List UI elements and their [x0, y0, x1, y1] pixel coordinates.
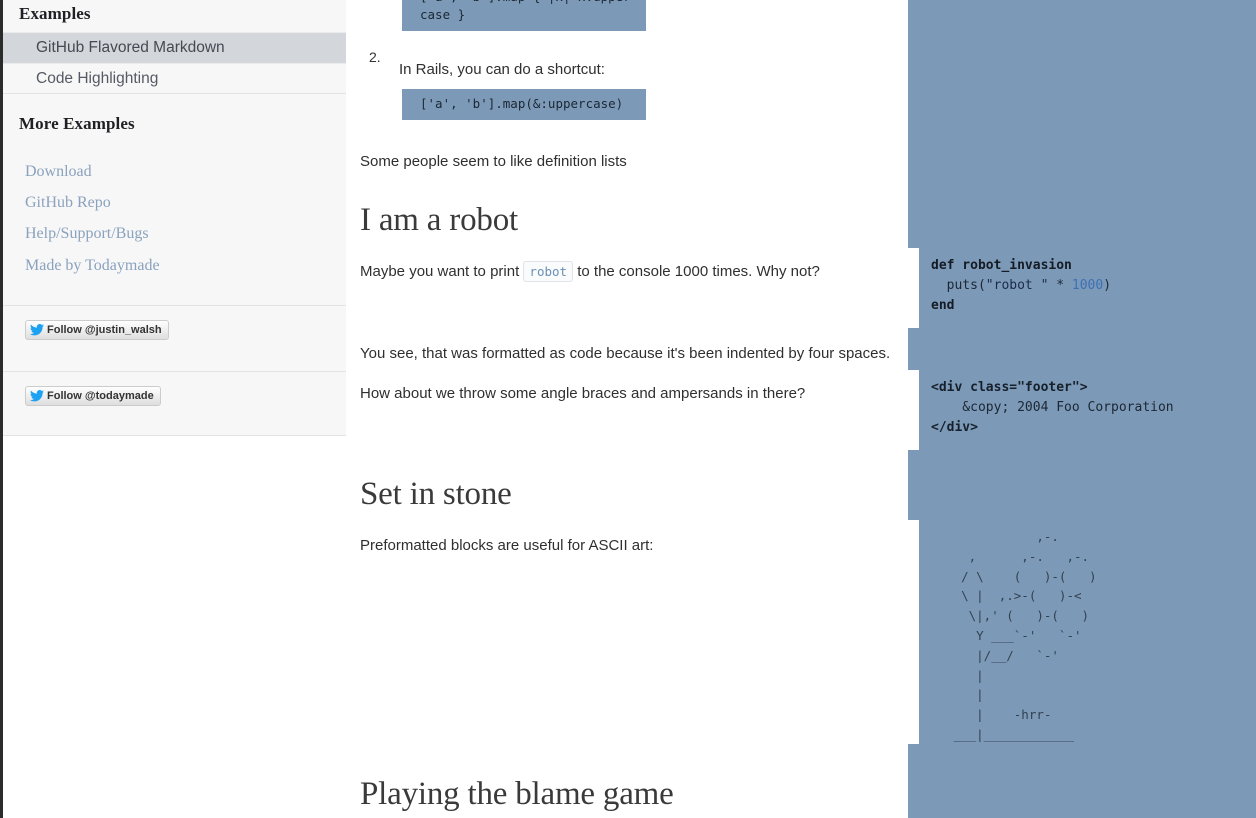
ruby-puts-call: puts( [931, 278, 986, 293]
sidebar-item-code-highlighting[interactable]: Code Highlighting [3, 62, 346, 94]
sidebar-twitter-justin-walsh-block: Follow @justin_walsh [3, 305, 346, 372]
heading-set-in-stone: Set in stone [360, 476, 512, 512]
robot-paragraph-before: Maybe you want to print [360, 263, 524, 280]
ruby-code-robot-invasion: def robot_invasion puts("robot " * 1000)… [931, 256, 1111, 316]
page-root: def robot_invasion puts("robot " * 1000)… [0, 0, 1256, 818]
list-item-marker: 2. [369, 49, 381, 65]
inline-code-robot: robot [523, 261, 574, 282]
list-item-text: In Rails, you can do a shortcut: [399, 61, 605, 78]
heading-i-am-a-robot: I am a robot [360, 202, 518, 238]
definition-lists-paragraph: Some people seem to like definition list… [360, 153, 627, 170]
ascii-art-flower: ,-. , ,-. ,-. / \ ( )-( ) \ | ,.>-( )-< … [953, 529, 1097, 742]
html-close-tag: </div> [931, 420, 978, 435]
sidebar-twitter-todaymade-block: Follow @todaymade [3, 371, 346, 436]
sidebar-link-github-repo[interactable]: GitHub Repo [3, 187, 346, 218]
robot-paragraph: Maybe you want to print robot to the con… [360, 261, 820, 283]
angle-braces-paragraph: How about we throw some angle braces and… [360, 385, 806, 402]
ruby-paren-close: ) [1103, 278, 1112, 293]
heading-playing-the-blame-game: Playing the blame game [360, 776, 674, 812]
preformatted-paragraph: Preformatted blocks are useful for ASCII… [360, 537, 654, 554]
code-block-map-symbol-shortcut: ['a', 'b'].map(&:uppercase) [402, 89, 646, 121]
ruby-operator: * [1048, 278, 1072, 293]
html-code-footer-div: <div class="footer"> &copy; 2004 Foo Cor… [931, 378, 1174, 438]
panel-notch-1 [907, 248, 919, 328]
sidebar-link-download[interactable]: Download [3, 156, 346, 187]
ruby-number-literal: 1000 [1071, 278, 1104, 293]
sidebar-heading-examples: Examples [19, 4, 91, 23]
sidebar-link-help-support-bugs[interactable]: Help/Support/Bugs [3, 218, 346, 249]
ruby-string-literal: "robot " [985, 278, 1049, 293]
sidebar-item-github-flavored-markdown[interactable]: GitHub Flavored Markdown [3, 31, 346, 63]
sidebar: Examples GitHub Flavored Markdown Code H… [0, 0, 346, 818]
ruby-method-name: robot_invasion [954, 258, 1072, 273]
html-entity-line: &copy; 2004 Foo Corporation [931, 400, 1174, 415]
twitter-bird-icon [30, 389, 44, 402]
ruby-keyword-end: end [931, 298, 955, 313]
sidebar-item-label: Code Highlighting [36, 69, 159, 87]
robot-paragraph-after: to the console 1000 times. Why not? [573, 263, 820, 280]
panel-notch-2 [907, 370, 919, 450]
main-content: ['a', 'b'].map { |x| x.uppercase } 2. In… [346, 0, 908, 818]
four-spaces-paragraph: You see, that was formatted as code beca… [360, 345, 891, 362]
follow-todaymade-button[interactable]: Follow @todaymade [25, 385, 161, 406]
follow-todaymade-label: Follow @todaymade [47, 389, 154, 402]
sidebar-heading-more-examples: More Examples [19, 114, 135, 134]
sidebar-item-label: GitHub Flavored Markdown [36, 38, 225, 56]
main-scroll-gutter [902, 0, 907, 818]
sidebar-more-examples-section: More Examples Download GitHub Repo Help/… [3, 94, 346, 306]
twitter-bird-icon [30, 323, 44, 336]
html-open-tag: <div class="footer"> [931, 380, 1088, 395]
follow-justin-walsh-button[interactable]: Follow @justin_walsh [25, 319, 169, 340]
follow-justin-walsh-label: Follow @justin_walsh [47, 323, 162, 336]
code-block-map-uppercase: ['a', 'b'].map { |x| x.uppercase } [402, 0, 646, 32]
panel-notch-3 [907, 520, 919, 744]
sidebar-link-made-by-todaymade[interactable]: Made by Todaymade [3, 250, 346, 281]
sidebar-examples-section: Examples GitHub Flavored Markdown Code H… [3, 0, 346, 95]
ruby-keyword-def: def [931, 258, 955, 273]
